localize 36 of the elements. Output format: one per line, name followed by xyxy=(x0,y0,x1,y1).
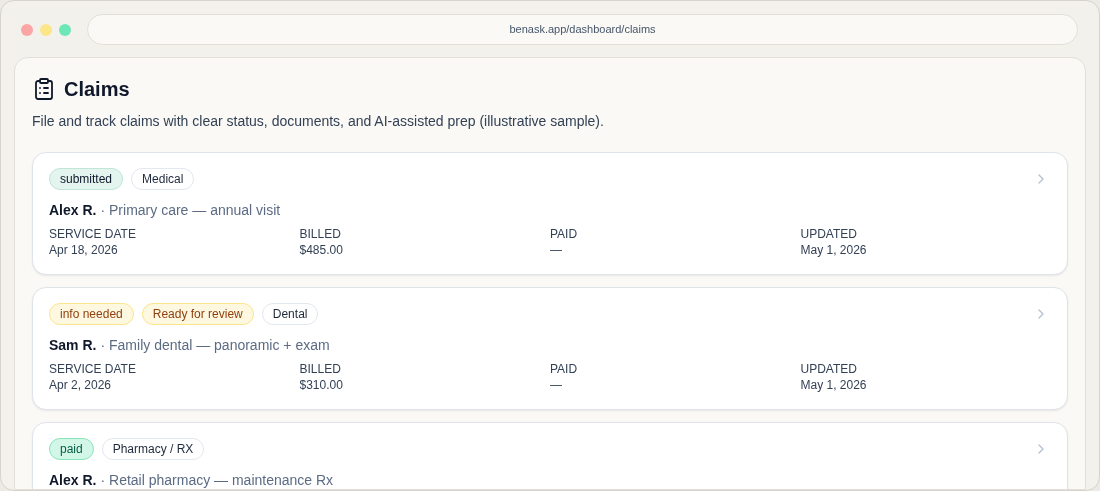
page-subtitle: File and track claims with clear status, documents, and AI-assisted prep (illustrative sample). xyxy=(32,112,605,131)
field-value: May 1, 2026 xyxy=(800,377,868,393)
field-label: UPDATED xyxy=(800,226,858,242)
person-name: Sam R. xyxy=(49,336,97,355)
field-value: $485.00 xyxy=(299,242,344,258)
field-label: UPDATED xyxy=(800,361,858,377)
person-name: Alex R. xyxy=(49,201,97,220)
status-tag: Pharmacy / RX xyxy=(101,438,205,460)
field-label: SERVICE DATE xyxy=(49,361,137,377)
status-tag: Dental xyxy=(261,303,319,325)
person-name: Alex R. xyxy=(49,471,97,489)
field-value: $310.00 xyxy=(299,377,344,393)
claim-card[interactable]: submitted Medical Alex R. · Primary care — annual visit SERVICE DATE Apr 18, 2026 BILLED $485.00 PAID — UPDATED May 1, 2026 xyxy=(32,152,1068,275)
page-title: Claims xyxy=(64,77,130,102)
field-value: Apr 18, 2026 xyxy=(49,242,119,258)
field-label: BILLED xyxy=(299,226,342,242)
status-tag: paid xyxy=(49,438,94,460)
claim-card[interactable]: info needed Ready for review Dental Sam R. · Family dental — panoramic + exam SERVICE DATE Apr 2, 2026 BILLED $310.00 PAID — UPDATED May 1, 2026 xyxy=(32,287,1068,410)
claim-description: · Family dental — panoramic + exam xyxy=(100,336,330,355)
field-value: May 1, 2026 xyxy=(800,242,868,258)
field-value: — xyxy=(550,377,563,393)
status-tag: Medical xyxy=(131,168,195,190)
claim-description: · Retail pharmacy — maintenance Rx xyxy=(100,471,334,489)
clipboard-icon xyxy=(32,77,56,101)
status-tag: submitted xyxy=(49,168,124,190)
status-tag: Ready for review xyxy=(141,303,254,325)
field-value: Apr 2, 2026 xyxy=(49,377,113,393)
address-bar[interactable]: benask.app/dashboard/claims xyxy=(87,14,1078,45)
field-label: SERVICE DATE xyxy=(49,226,137,242)
field-label: PAID xyxy=(550,226,579,242)
field-value: — xyxy=(550,242,563,258)
field-label: PAID xyxy=(550,361,579,377)
field-label: BILLED xyxy=(299,361,342,377)
status-tag: info needed xyxy=(49,303,134,325)
claim-card[interactable]: paid Pharmacy / RX Alex R. · Retail pharmacy — maintenance Rx xyxy=(32,422,1068,489)
claim-description: · Primary care — annual visit xyxy=(100,201,281,220)
